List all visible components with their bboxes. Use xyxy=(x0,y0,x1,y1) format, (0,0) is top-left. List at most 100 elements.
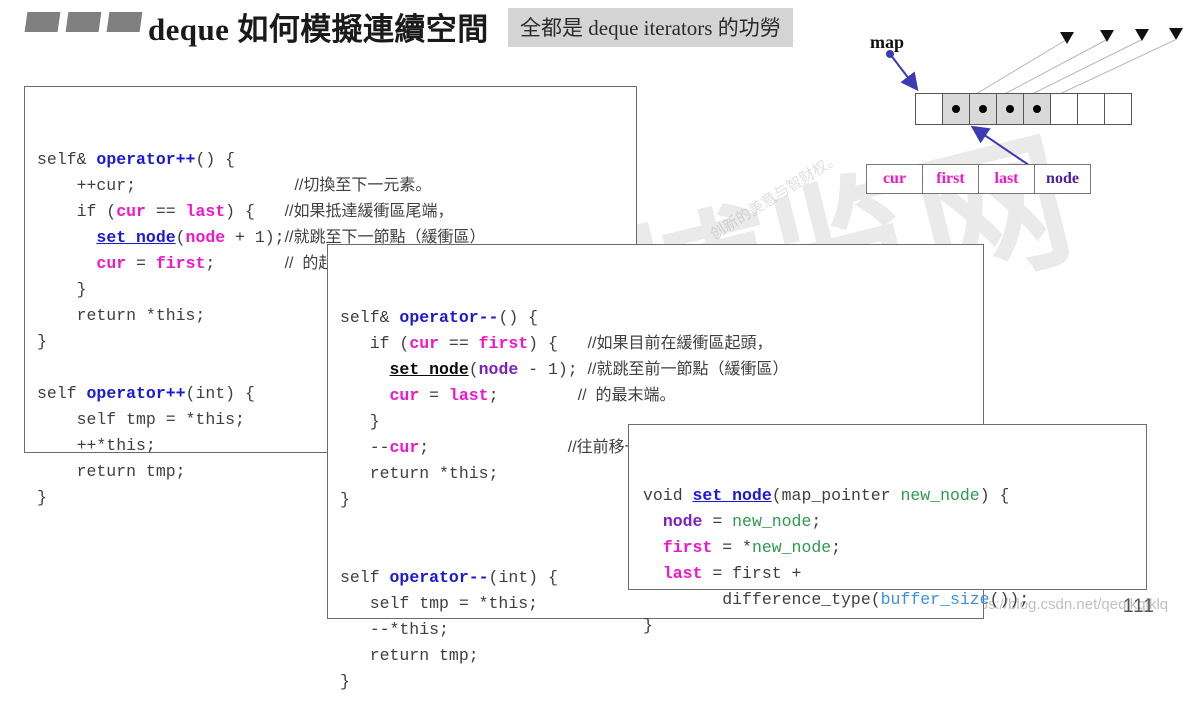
code-token: operator-- xyxy=(389,568,489,587)
code-token: () { xyxy=(498,308,539,327)
buffer-arrowhead-icon xyxy=(1135,29,1149,41)
map-cell xyxy=(1024,94,1051,124)
code-token: } xyxy=(37,332,47,351)
code-token: ()); xyxy=(989,590,1030,609)
code-token: ; xyxy=(488,386,578,405)
code-token: //如果目前在緩衝區起頭， xyxy=(587,335,773,352)
code-token: set_node xyxy=(692,486,772,505)
code-token: } xyxy=(340,412,380,431)
map-cell xyxy=(997,94,1024,124)
code-token: first xyxy=(662,538,713,557)
code-token: = xyxy=(126,254,156,273)
code-token: return *this; xyxy=(340,464,499,483)
code-token: buffer_size xyxy=(880,590,990,609)
map-pointer-arrow xyxy=(889,53,919,92)
code-token: if ( xyxy=(340,334,410,353)
code-token: () { xyxy=(195,150,236,169)
code-token: first xyxy=(155,254,206,273)
code-content: void set_node(map_pointer new_node ) { no… xyxy=(629,477,1146,639)
code-token: cur xyxy=(96,254,127,273)
code-token: first xyxy=(478,334,529,353)
code-token: ( xyxy=(468,360,479,379)
map-cell xyxy=(943,94,970,124)
code-token: (map_pointer xyxy=(771,486,901,505)
code-token: = xyxy=(419,386,449,405)
code-token: return tmp; xyxy=(340,646,479,665)
code-token: -- xyxy=(340,438,390,457)
code-token: self& xyxy=(37,150,97,169)
code-line: ++cur; //切換至下一元素。 xyxy=(37,173,636,199)
code-line: cur = last; // 的最末端。 xyxy=(340,383,983,409)
code-line: node = new_node; xyxy=(643,509,1146,535)
code-token: difference_type( xyxy=(643,590,881,609)
code-token: == xyxy=(145,202,186,221)
code-token: ; xyxy=(205,254,285,273)
page-title: deque 如何模擬連續空間 xyxy=(148,12,489,47)
code-token: self xyxy=(37,384,87,403)
code-block-set-node: void set_node(map_pointer new_node ) { no… xyxy=(628,424,1147,635)
code-token: ++*this; xyxy=(37,436,156,455)
code-token: return tmp; xyxy=(37,462,186,481)
code-token: = xyxy=(702,512,733,531)
map-array xyxy=(915,93,1132,125)
code-token: == xyxy=(439,334,479,353)
code-token: ( xyxy=(175,228,186,247)
code-line: } xyxy=(340,669,983,695)
code-token: operator++ xyxy=(96,150,196,169)
map-label: map xyxy=(870,32,905,52)
iterator-field-first: first xyxy=(923,165,979,193)
code-line: set_node(node - 1); //就跳至前一節點（緩衝區） xyxy=(340,357,983,383)
code-token: } xyxy=(37,488,47,507)
code-token: (int) { xyxy=(185,384,255,403)
bullet-decoration xyxy=(24,12,143,32)
code-token: ; xyxy=(419,438,568,457)
code-token: } xyxy=(340,490,350,509)
code-token: last xyxy=(662,564,703,583)
code-token: ) { xyxy=(225,202,285,221)
code-token: node xyxy=(478,360,519,379)
map-cell xyxy=(1051,94,1078,124)
code-token: void xyxy=(643,486,693,505)
code-line: difference_type(buffer_size()); xyxy=(643,587,1146,613)
map-cell-pointer-dot xyxy=(1006,105,1014,113)
code-token: return *this; xyxy=(37,306,206,325)
code-token: cur xyxy=(389,438,420,457)
code-token: cur xyxy=(116,202,146,221)
map-cell xyxy=(1078,94,1105,124)
deque-map-diagram: map cur first last node xyxy=(852,18,1189,210)
code-token: new_node xyxy=(751,538,832,557)
iterator-field-last: last xyxy=(979,165,1035,193)
code-token: + 1); xyxy=(225,228,285,247)
buffer-arrowhead-icon xyxy=(1100,30,1114,42)
code-token: set_node xyxy=(96,228,176,247)
code-line: return tmp; xyxy=(340,643,983,669)
code-line: if (cur == first) { //如果目前在緩衝區起頭， xyxy=(340,331,983,357)
code-token: new_node xyxy=(732,512,812,531)
bullet-square-icon xyxy=(106,12,143,32)
code-token: cur xyxy=(409,334,440,353)
code-token: // 的最末端。 xyxy=(577,387,676,404)
code-line: last = first + xyxy=(643,561,1146,587)
code-token: if ( xyxy=(37,202,117,221)
code-token: ) { xyxy=(979,486,1010,505)
code-token: operator++ xyxy=(86,384,186,403)
map-cell-pointer-dot xyxy=(1033,105,1041,113)
code-line: } xyxy=(643,613,1146,639)
code-line: self& operator--() { xyxy=(340,305,983,331)
code-token: self& xyxy=(340,308,400,327)
map-cell-pointer-dot xyxy=(952,105,960,113)
code-token: } xyxy=(37,280,87,299)
code-token: cur xyxy=(389,386,420,405)
bullet-square-icon xyxy=(65,12,102,32)
code-token: = * xyxy=(712,538,752,557)
code-token: (int) { xyxy=(488,568,558,587)
code-line: if (cur == last) { //如果抵達緩衝區尾端， xyxy=(37,199,636,225)
iterator-fields-table: cur first last node xyxy=(866,164,1091,194)
code-token: self xyxy=(340,568,390,587)
map-cell-pointer-dot xyxy=(979,105,987,113)
map-cell xyxy=(1105,94,1131,124)
subtitle-badge: 全都是 deque iterators 的功勞 xyxy=(508,8,793,47)
